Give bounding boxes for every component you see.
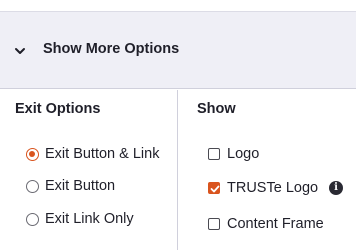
show-content-frame[interactable]: Content Frame — [208, 216, 324, 232]
show-item-label: TRUSTe Logo — [227, 180, 319, 196]
exit-options-panel: Exit Options Exit Button & Link Exit But… — [0, 90, 178, 250]
exit-option-label: Exit Button — [45, 178, 116, 194]
exit-option-button[interactable]: Exit Button — [26, 178, 115, 194]
show-item-label: Content Frame — [227, 216, 324, 232]
show-panel: Show Logo TRUSTe Logo i Content Frame — [179, 90, 356, 250]
show-logo[interactable]: Logo — [208, 146, 259, 162]
exit-option-label: Exit Button & Link — [45, 146, 160, 162]
show-truste-logo[interactable]: TRUSTe Logo i — [208, 180, 344, 196]
show-logo-checkbox[interactable] — [208, 148, 220, 160]
show-truste-logo-checkbox[interactable] — [208, 182, 220, 194]
checkmark-icon — [210, 185, 220, 193]
show-content-frame-checkbox[interactable] — [208, 218, 220, 230]
show-more-options-label: Show More Options — [43, 41, 180, 57]
chevron-down-icon — [15, 48, 25, 54]
exit-option-button-and-link[interactable]: Exit Button & Link — [26, 146, 159, 162]
exit-option-link-only-radio[interactable] — [26, 212, 39, 226]
exit-option-button-and-link-radio[interactable] — [26, 147, 39, 161]
show-more-options-toggle[interactable]: Show More Options — [0, 11, 356, 89]
top-spacer — [0, 0, 356, 11]
info-icon[interactable]: i — [329, 181, 344, 195]
show-item-label: Logo — [227, 146, 260, 162]
exit-option-label: Exit Link Only — [45, 211, 134, 227]
exit-options-title: Exit Options — [15, 101, 101, 117]
show-title: Show — [197, 101, 236, 117]
exit-option-button-radio[interactable] — [26, 179, 39, 193]
exit-option-link-only[interactable]: Exit Link Only — [26, 211, 134, 227]
